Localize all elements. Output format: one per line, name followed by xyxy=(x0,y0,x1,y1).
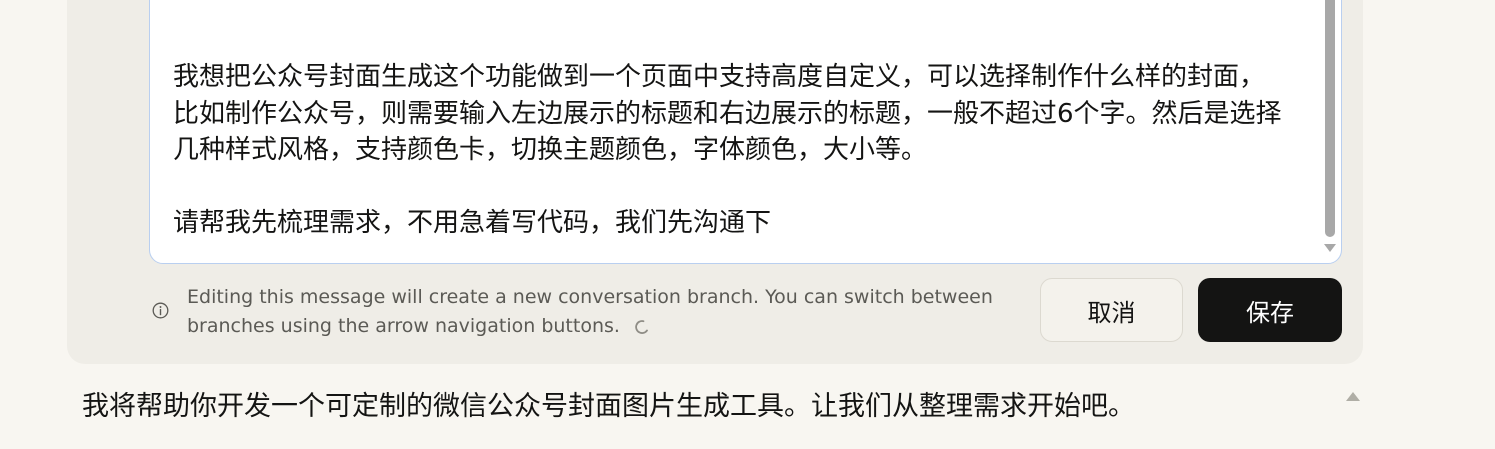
message-edit-textarea[interactable]: 我想把公众号封面生成这个功能做到一个页面中支持高度自定义，可以选择制作什么样的封… xyxy=(149,0,1342,264)
branch-notice: Editing this message will create a new c… xyxy=(187,283,1032,341)
info-icon xyxy=(152,302,169,319)
save-button[interactable]: 保存 xyxy=(1198,278,1342,342)
scroll-up-arrow-icon[interactable] xyxy=(1346,392,1360,401)
loading-spinner-icon xyxy=(635,319,648,334)
scrollbar-thumb[interactable] xyxy=(1325,0,1335,237)
message-edit-content[interactable]: 我想把公众号封面生成这个功能做到一个页面中支持高度自定义，可以选择制作什么样的封… xyxy=(173,59,1313,242)
branch-notice-text: Editing this message will create a new c… xyxy=(187,286,993,337)
textarea-scrollbar[interactable] xyxy=(1323,0,1337,263)
cancel-button[interactable]: 取消 xyxy=(1040,278,1183,342)
scroll-down-arrow-icon[interactable] xyxy=(1324,244,1336,252)
assistant-response: 我将帮助你开发一个可定制的微信公众号封面图片生成工具。让我们从整理需求开始吧。 xyxy=(82,391,1135,422)
